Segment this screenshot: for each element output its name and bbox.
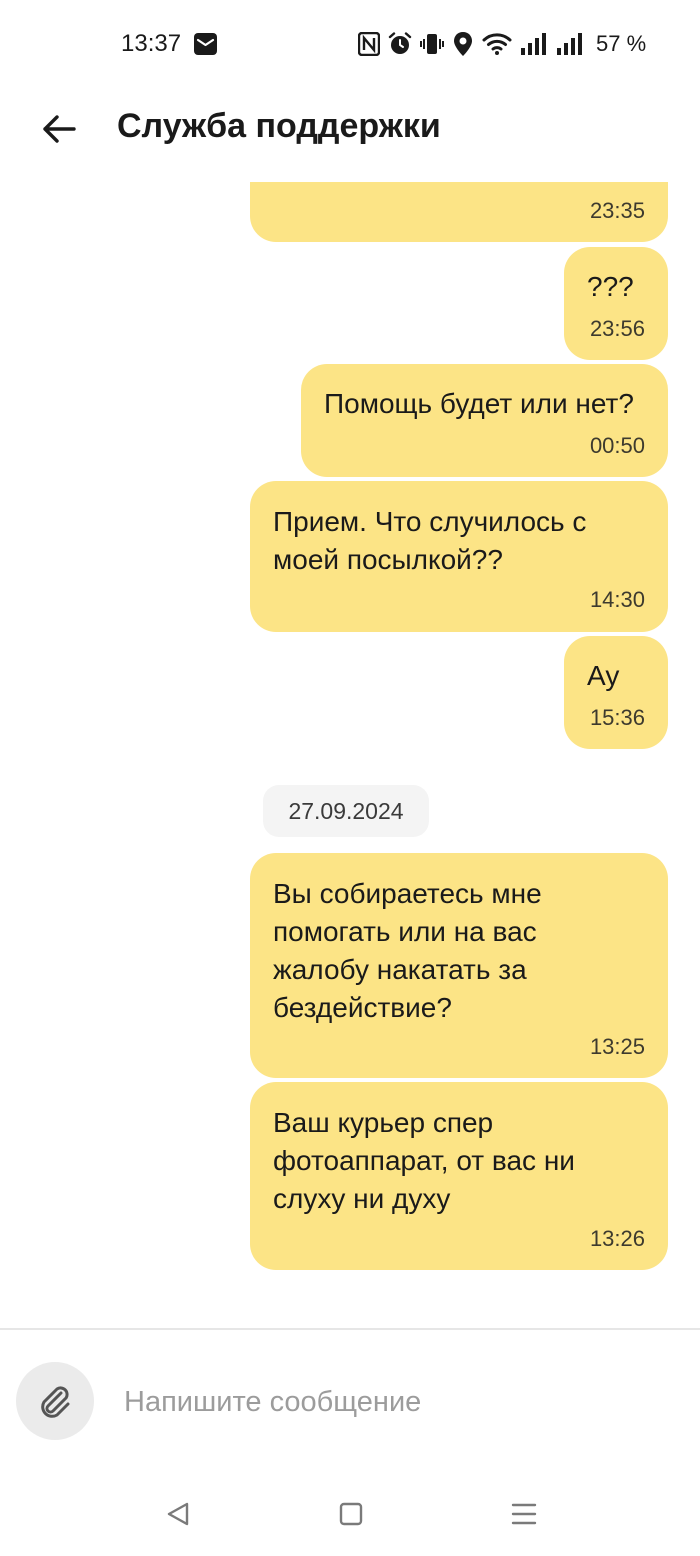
message-time: 00:50 — [589, 433, 645, 458]
message-time: 14:30 — [589, 587, 645, 612]
message-time: 13:25 — [589, 1034, 645, 1059]
message-bubble[interactable]: Помощь будет или нет? 00:50 — [301, 364, 668, 477]
attach-button[interactable] — [16, 1362, 94, 1440]
date-separator: 27.09.2024 — [263, 785, 429, 837]
mail-icon — [194, 33, 217, 55]
alarm-icon — [388, 32, 412, 54]
message-text: Вы собираетесь мне помогать или на вас ж… — [273, 878, 542, 1023]
vibrate-icon — [420, 34, 444, 54]
status-bar: 13:37 57 % — [0, 0, 700, 90]
message-text: Ваш курьер спер фотоаппарат, от вас ни с… — [273, 1107, 575, 1214]
message-time: 15:36 — [589, 705, 645, 730]
signal-icon — [557, 33, 582, 55]
message-bubble[interactable]: Ваш курьер спер фотоаппарат, от вас ни с… — [250, 1082, 668, 1270]
recents-menu-icon — [511, 1503, 537, 1525]
location-icon — [454, 32, 472, 56]
nav-recents-button[interactable] — [504, 1496, 544, 1532]
nfc-icon — [358, 32, 380, 56]
chat-messages[interactable]: 23:35 ??? 23:56 Помощь будет или нет? 00… — [0, 182, 700, 1328]
message-input[interactable] — [124, 1378, 664, 1426]
arrow-left-icon — [43, 115, 76, 143]
status-icons: 57 % — [358, 31, 646, 57]
composer-divider — [0, 1328, 700, 1330]
message-bubble[interactable]: Прием. Что случилось с моей посылкой?? 1… — [250, 481, 668, 632]
message-time: 23:35 — [589, 198, 645, 223]
message-time: 13:26 — [589, 1226, 645, 1251]
page-title: Служба поддержки — [117, 107, 441, 145]
message-bubble[interactable]: Ау 15:36 — [564, 636, 668, 749]
message-bubble[interactable]: 23:35 — [250, 182, 668, 242]
message-text: ??? — [587, 271, 634, 302]
nav-back-button[interactable] — [158, 1496, 198, 1532]
wifi-icon — [482, 33, 512, 55]
message-time: 23:56 — [589, 316, 645, 341]
message-text: Прием. Что случилось с моей посылкой?? — [273, 506, 587, 575]
paperclip-icon — [41, 1386, 70, 1418]
message-text: Ау — [587, 660, 620, 691]
back-button[interactable] — [34, 104, 84, 154]
home-square-icon — [339, 1502, 363, 1526]
message-bubble[interactable]: ??? 23:56 — [564, 247, 668, 360]
signal-icon — [521, 33, 546, 55]
status-time: 13:37 — [121, 30, 182, 57]
system-nav-bar — [0, 1476, 700, 1556]
nav-home-button[interactable] — [331, 1496, 371, 1532]
back-triangle-icon — [167, 1502, 189, 1526]
battery-level: 57 % — [596, 31, 647, 56]
message-bubble[interactable]: Вы собираетесь мне помогать или на вас ж… — [250, 853, 668, 1078]
header: Служба поддержки — [0, 90, 700, 182]
message-text: Помощь будет или нет? — [324, 388, 634, 419]
